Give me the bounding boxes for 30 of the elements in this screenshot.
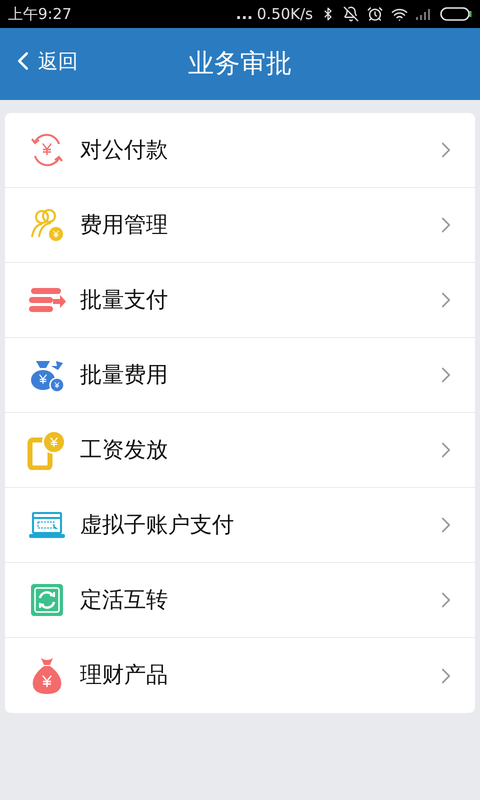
status-dots: ...: [236, 4, 253, 25]
laptop-icon: [27, 510, 67, 540]
menu-item[interactable]: 定活互转: [5, 563, 475, 638]
menu-item[interactable]: 对公付款: [5, 113, 475, 188]
bell-off-icon: [343, 6, 359, 22]
back-button[interactable]: 返回: [8, 46, 78, 76]
menu-item[interactable]: 批量支付: [5, 263, 475, 338]
status-time: 上午9:27: [8, 4, 72, 25]
menu-item[interactable]: 工资发放: [5, 413, 475, 488]
currency-exchange-icon: [29, 132, 65, 168]
menu-item-label: 批量费用: [80, 362, 168, 390]
menu-item[interactable]: 批量费用: [5, 338, 475, 413]
menu-item-label: 费用管理: [80, 212, 168, 240]
phone-coin-icon: [27, 430, 67, 470]
menu-item-label: 虚拟子账户支付: [80, 512, 234, 540]
menu-item-label: 理财产品: [80, 662, 168, 690]
people-coin-icon: [29, 207, 65, 243]
menu-item-label: 工资发放: [80, 436, 168, 464]
alarm-icon: [367, 6, 383, 22]
page-title: 业务审批: [188, 48, 292, 80]
menu-item-label: 批量支付: [80, 286, 168, 314]
menu-item[interactable]: 费用管理: [5, 188, 475, 263]
battery-icon: [440, 7, 472, 21]
menu-item-label: 定活互转: [80, 586, 168, 614]
menu-item-label: 对公付款: [80, 136, 168, 164]
safe-refresh-icon: [29, 582, 65, 618]
signal-icon: [416, 8, 432, 20]
network-speed: 0.50K/s: [256, 4, 313, 25]
menu-item[interactable]: 理财产品: [5, 638, 475, 713]
menu-item[interactable]: 虚拟子账户支付: [5, 488, 475, 563]
